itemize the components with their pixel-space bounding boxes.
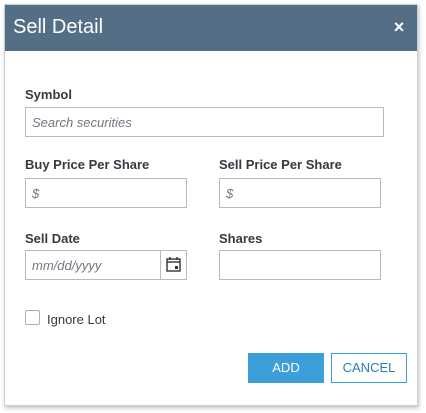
dialog-title: Sell Detail — [13, 16, 104, 38]
cancel-button[interactable]: CANCEL — [331, 353, 407, 383]
ignore-lot-checkbox[interactable] — [25, 310, 40, 325]
buy-price-label: Buy Price Per Share — [25, 157, 150, 172]
shares-input[interactable] — [219, 250, 381, 280]
shares-label: Shares — [219, 231, 263, 246]
sell-price-input[interactable] — [219, 178, 381, 208]
symbol-search-input[interactable] — [25, 107, 384, 137]
sell-price-label: Sell Price Per Share — [219, 157, 342, 172]
sell-date-input[interactable] — [25, 250, 161, 280]
close-icon[interactable]: × — [389, 17, 409, 37]
buy-price-input[interactable] — [25, 178, 187, 208]
symbol-label: Symbol — [25, 87, 72, 102]
dialog-titlebar: Sell Detail × — [5, 5, 417, 51]
ignore-lot-label: Ignore Lot — [47, 312, 106, 327]
calendar-icon — [166, 257, 181, 272]
calendar-button[interactable] — [160, 250, 187, 280]
sell-date-label: Sell Date — [25, 231, 80, 246]
sell-detail-dialog: Sell Detail × Symbol Buy Price Per Share… — [4, 4, 418, 406]
add-button[interactable]: ADD — [248, 353, 324, 383]
